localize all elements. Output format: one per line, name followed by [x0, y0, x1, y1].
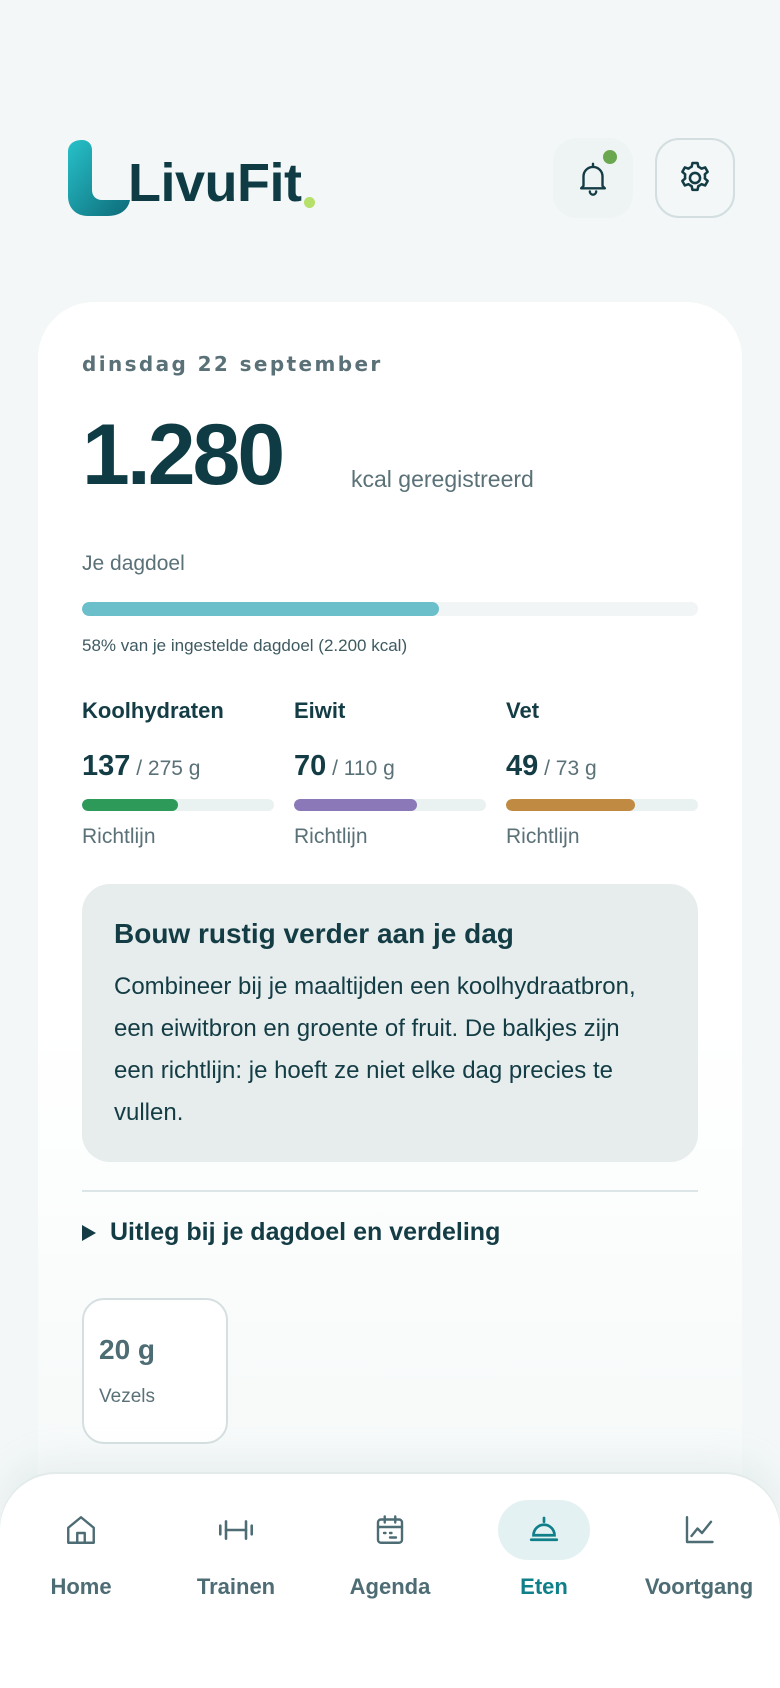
macro-name: Vet	[506, 698, 540, 723]
macro-name: Koolhydraten	[82, 698, 224, 723]
nav-icon-wrap	[190, 1500, 282, 1560]
nav-label: Eten	[520, 1574, 568, 1599]
fiber-label: Vezels	[99, 1386, 155, 1407]
nav-icon-wrap	[653, 1500, 745, 1560]
nav-label: Voortgang	[644, 1574, 754, 1599]
triangle-right-icon	[82, 1224, 96, 1241]
settings-button[interactable]	[655, 138, 735, 218]
macro-fat: Vet 49 / 73 g Richtlijn	[506, 698, 698, 849]
macro-carbs: Koolhydraten 137 / 275 g Richtlijn	[82, 698, 274, 849]
nav-icon-wrap	[35, 1500, 127, 1560]
nav-item-eten[interactable]: Eten	[479, 1500, 609, 1600]
chart-line-icon	[685, 1516, 714, 1544]
tip-body: Combineer bij je maaltijden een koolhydr…	[114, 973, 636, 1126]
nav-item-home[interactable]: Home	[16, 1500, 146, 1600]
date-label: dinsdag 22 september	[82, 352, 383, 376]
nutrition-summary-card: dinsdag 22 september 1.280 kcal geregist…	[38, 302, 742, 1502]
daily-goal-label: Je dagdoel	[82, 552, 185, 575]
explanation-expander[interactable]: Uitleg bij je dagdoel en verdeling	[82, 1218, 500, 1247]
macro-protein: Eiwit 70 / 110 g Richtlijn	[294, 698, 486, 849]
daily-goal-progress-fill	[82, 602, 440, 616]
bottom-nav: Home Trainen Agenda Eten Voortgang	[0, 1474, 780, 1688]
logo-text: LivuFit	[128, 153, 302, 213]
nav-label: Trainen	[196, 1574, 276, 1599]
macro-values: 137 / 275 g	[82, 750, 274, 783]
macro-guideline-label: Richtlijn	[82, 825, 156, 848]
macro-current: 70	[294, 750, 327, 782]
daily-goal-progress-bar	[82, 602, 698, 616]
kcal-unit-label: kcal geregistreerd	[351, 466, 534, 492]
nav-item-agenda[interactable]: Agenda	[325, 1500, 455, 1600]
daily-goal-note: 58% van je ingestelde dagdoel (2.200 kca…	[82, 636, 408, 655]
macro-progress-fill	[82, 799, 178, 811]
macro-progress-bar	[294, 799, 486, 811]
calendar-icon	[376, 1515, 404, 1544]
notification-badge	[601, 148, 619, 166]
macro-goal: / 110 g	[326, 757, 395, 780]
macro-progress-fill	[294, 799, 417, 811]
macro-goal: / 275 g	[130, 757, 201, 780]
nav-icon-wrap	[498, 1500, 590, 1560]
divider	[82, 1190, 698, 1192]
kcal-total: 1.280	[82, 407, 285, 503]
macro-progress-bar	[82, 799, 274, 811]
macro-progress-fill	[506, 799, 635, 811]
gear-icon	[681, 161, 709, 192]
macro-current: 137	[82, 750, 131, 782]
macro-progress-bar	[506, 799, 698, 811]
macro-current: 49	[506, 750, 539, 782]
nav-label: Home	[50, 1574, 112, 1599]
macro-name: Eiwit	[294, 698, 346, 723]
macro-guideline-label: Richtlijn	[506, 825, 580, 848]
home-icon	[67, 1516, 95, 1544]
nav-item-voortgang[interactable]: Voortgang	[634, 1500, 764, 1600]
nav-label: Agenda	[349, 1574, 431, 1599]
nav-item-trainen[interactable]: Trainen	[171, 1500, 301, 1600]
expander-label: Uitleg bij je dagdoel en verdeling	[110, 1218, 501, 1246]
fiber-tile: 20 g Vezels	[82, 1298, 228, 1444]
tip-title: Bouw rustig verder aan je dag	[114, 918, 514, 949]
logo-mark-icon	[68, 140, 130, 216]
logo-dot	[304, 197, 316, 208]
macro-guideline-label: Richtlijn	[294, 825, 368, 848]
macro-values: 70 / 110 g	[294, 750, 486, 783]
macro-values: 49 / 73 g	[506, 750, 698, 783]
nav-icon-wrap	[344, 1500, 436, 1560]
app-logo: LivuFit	[68, 136, 316, 216]
screen: LivuFit dinsdag 22 september 1.280 kcal …	[0, 0, 780, 1688]
notifications-button[interactable]	[553, 138, 633, 218]
dumbbell-icon	[219, 1520, 253, 1540]
macro-goal: / 73 g	[538, 757, 597, 780]
cloche-icon	[529, 1516, 559, 1542]
fiber-value: 20 g	[99, 1334, 156, 1365]
tip-box: Bouw rustig verder aan je dag Combineer …	[82, 884, 698, 1162]
